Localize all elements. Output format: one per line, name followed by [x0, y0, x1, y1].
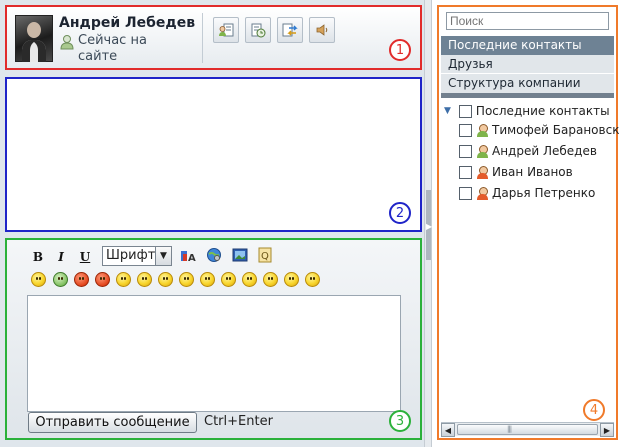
send-message-button[interactable]: Отправить сообщение [28, 412, 197, 433]
contact-checkbox[interactable] [459, 165, 472, 179]
contacts-sidebar: Последние контакты Друзья Структура комп… [432, 0, 620, 447]
header-divider [202, 13, 203, 63]
chat-pane: Андрей Лебедев Сейчас на сайте 1 2 B I U… [0, 0, 424, 447]
user-icon [476, 123, 489, 137]
panel-number-badge: 2 [389, 202, 411, 224]
tree-separator [441, 93, 614, 98]
tree-group-label: Последние контакты [475, 104, 610, 118]
send-hotkey-hint: Ctrl+Enter [204, 414, 273, 429]
tab-friends[interactable]: Друзья [441, 55, 614, 74]
tab-recent-contacts[interactable]: Последние контакты [441, 36, 614, 55]
sound-button[interactable] [309, 17, 335, 43]
transfer-button[interactable] [277, 17, 303, 43]
smiley-icon[interactable] [242, 272, 257, 287]
contact-item[interactable]: Андрей Лебедев [459, 142, 619, 160]
contact-item-name: Иван Иванов [492, 165, 573, 179]
compose-panel: B I U Шрифт ▼ A Q Отправить сообщение Ct… [5, 238, 422, 440]
transfer-icon [282, 23, 298, 37]
contact-item[interactable]: Дарья Петренко [459, 184, 619, 202]
search-input[interactable] [446, 12, 609, 30]
contact-checkbox[interactable] [459, 144, 472, 158]
svg-text:A: A [188, 253, 196, 264]
message-input[interactable] [27, 295, 401, 412]
smiley-icon[interactable] [263, 272, 278, 287]
contact-item-name: Тимофей Барановский [492, 123, 619, 137]
pane-splitter[interactable]: ▶ [424, 0, 432, 447]
contact-item[interactable]: Тимофей Барановский [459, 121, 619, 139]
contact-checkbox[interactable] [459, 186, 472, 200]
question-smiley-icon[interactable] [74, 272, 89, 287]
group-checkbox[interactable] [458, 104, 472, 118]
history-button[interactable] [245, 17, 271, 43]
panel-number-badge: 3 [389, 410, 411, 432]
contact-item-name: Дарья Петренко [492, 186, 596, 200]
quote-icon[interactable]: Q [258, 247, 272, 263]
font-color-icon[interactable]: A [180, 248, 198, 264]
smiley-icon[interactable] [137, 272, 152, 287]
insert-link-icon[interactable] [206, 247, 222, 263]
smiley-icon[interactable] [284, 272, 299, 287]
exclamation-smiley-icon[interactable] [95, 272, 110, 287]
smiley-icon[interactable] [179, 272, 194, 287]
panel-number-badge: 4 [583, 399, 605, 421]
contacts-panel: Последние контакты Друзья Структура комп… [437, 5, 619, 440]
contact-card-button[interactable] [213, 17, 239, 43]
insert-image-icon[interactable] [232, 247, 248, 263]
smiley-icon[interactable] [53, 272, 68, 287]
smiley-icon[interactable] [31, 272, 46, 287]
user-icon [476, 144, 489, 158]
font-select[interactable]: Шрифт ▼ [102, 246, 172, 266]
scroll-right-icon[interactable]: ▶ [600, 423, 614, 437]
smiley-icon[interactable] [158, 272, 173, 287]
message-history-panel: 2 [5, 77, 422, 232]
chevron-down-icon: ▼ [155, 247, 171, 265]
font-select-value: Шрифт [106, 248, 156, 263]
smiley-icon[interactable] [305, 272, 320, 287]
tree-group-recent-contacts[interactable]: ▼ Последние контакты [441, 102, 614, 120]
expand-triangle-icon[interactable]: ▼ [444, 106, 451, 116]
user-icon [476, 165, 489, 179]
italic-button[interactable]: I [52, 248, 70, 266]
contact-checkbox[interactable] [459, 123, 472, 137]
contact-item-name: Андрей Лебедев [492, 144, 597, 158]
svg-text:Q: Q [261, 251, 269, 262]
contact-item[interactable]: Иван Иванов [459, 163, 619, 181]
sound-icon [316, 24, 328, 36]
smiley-icon[interactable] [200, 272, 215, 287]
scroll-grip-icon: ||| [507, 425, 512, 433]
avatar [15, 15, 53, 62]
contact-status-text: Сейчас на сайте [78, 33, 147, 64]
underline-button[interactable]: U [76, 248, 94, 266]
scroll-left-icon[interactable]: ◀ [441, 423, 455, 437]
scroll-thumb[interactable] [457, 424, 598, 435]
sunglasses-smiley-icon[interactable] [221, 272, 236, 287]
smiley-icon[interactable] [116, 272, 131, 287]
user-icon [476, 186, 489, 200]
contact-name: Андрей Лебедев [59, 15, 196, 31]
horizontal-scrollbar[interactable]: ◀ ||| ▶ [441, 422, 614, 437]
online-status-icon [60, 35, 74, 50]
panel-number-badge: 1 [389, 39, 411, 61]
contact-card-icon [219, 23, 234, 37]
contact-header-panel: Андрей Лебедев Сейчас на сайте 1 [5, 5, 422, 70]
history-icon [251, 23, 266, 38]
bold-button[interactable]: B [29, 248, 47, 266]
tab-company-structure[interactable]: Структура компании [441, 74, 614, 93]
